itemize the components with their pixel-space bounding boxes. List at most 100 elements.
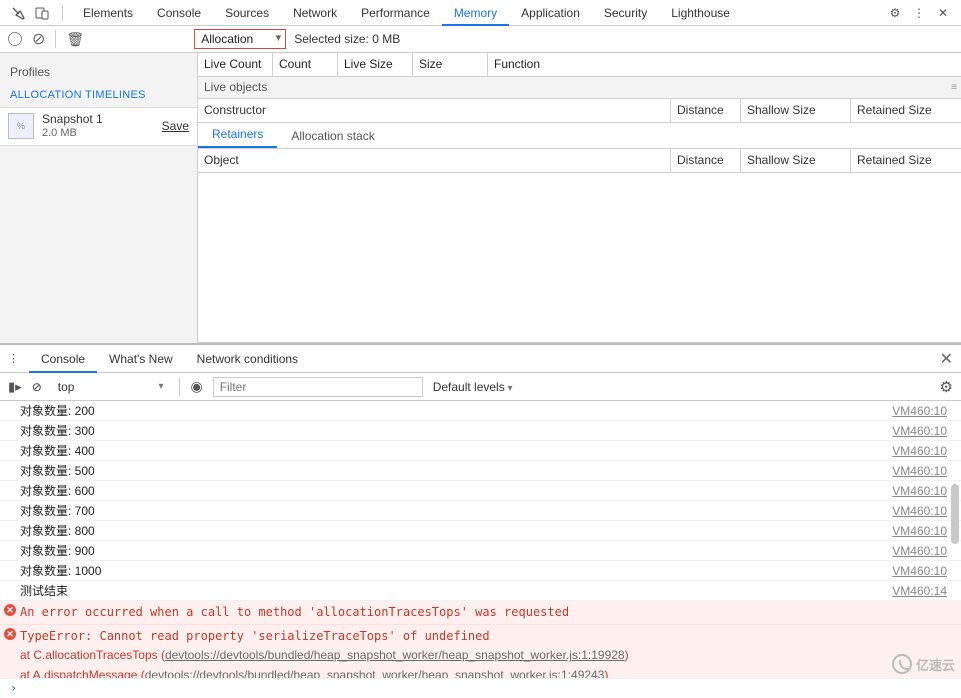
log-source-link[interactable]: VM460:10 bbox=[892, 461, 953, 480]
memory-toolbar: ⊘ 🗑 Allocation Selected size: 0 MB bbox=[0, 26, 961, 53]
log-levels-select[interactable]: Default levels bbox=[433, 380, 513, 394]
stack-line: at A.dispatchMessage (devtools://devtool… bbox=[20, 666, 953, 678]
gear-icon[interactable]: ⚙ bbox=[887, 5, 903, 21]
log-source-link[interactable]: VM460:10 bbox=[892, 541, 953, 560]
console-log-area[interactable]: 对象数量: 200VM460:10对象数量: 300VM460:10对象数量: … bbox=[0, 401, 961, 678]
tab-console[interactable]: Console bbox=[145, 0, 213, 26]
log-source-link[interactable]: VM460:10 bbox=[892, 561, 953, 580]
log-source-link[interactable]: VM460:10 bbox=[892, 401, 953, 420]
record-icon[interactable] bbox=[8, 32, 22, 46]
tab-lighthouse[interactable]: Lighthouse bbox=[659, 0, 742, 26]
col-function[interactable]: Function bbox=[488, 53, 961, 76]
log-message: 测试结束 bbox=[20, 581, 892, 600]
drawer-tab-what-s-new[interactable]: What's New bbox=[97, 345, 185, 373]
divider bbox=[179, 378, 180, 396]
snapshot-thumb-icon: % bbox=[8, 113, 34, 139]
allocation-columns: Live Count Count Live Size Size Function bbox=[198, 53, 961, 77]
drawer-tab-console[interactable]: Console bbox=[29, 345, 97, 373]
devtools-main-tabs: ElementsConsoleSourcesNetworkPerformance… bbox=[0, 0, 961, 26]
log-message: 对象数量: 800 bbox=[20, 521, 892, 540]
filter-input[interactable] bbox=[213, 377, 423, 397]
tab-network[interactable]: Network bbox=[281, 0, 349, 26]
log-row[interactable]: 对象数量: 900VM460:10 bbox=[0, 541, 961, 561]
drawer-menu-icon[interactable]: ⋮ bbox=[8, 352, 19, 365]
log-source-link[interactable]: VM460:10 bbox=[892, 521, 953, 540]
log-row[interactable]: 对象数量: 700VM460:10 bbox=[0, 501, 961, 521]
log-row[interactable]: 测试结束VM460:14 bbox=[0, 581, 961, 601]
log-row[interactable]: 对象数量: 400VM460:10 bbox=[0, 441, 961, 461]
drawer-tabs: ⋮ ConsoleWhat's NewNetwork conditions ✕ bbox=[0, 345, 961, 373]
col-distance2[interactable]: Distance bbox=[671, 149, 741, 172]
console-settings-icon[interactable]: ⚙ bbox=[940, 378, 953, 396]
stack-link[interactable]: devtools://devtools/bundled/heap_snapsho… bbox=[145, 668, 605, 678]
tab-allocation-stack[interactable]: Allocation stack bbox=[277, 124, 388, 148]
context-select[interactable]: top bbox=[52, 378, 170, 396]
drawer-close-icon[interactable]: ✕ bbox=[940, 349, 953, 369]
log-message: 对象数量: 1000 bbox=[20, 561, 892, 580]
error-row[interactable]: ✕An error occurred when a call to method… bbox=[0, 601, 961, 625]
show-sidebar-icon[interactable]: ▮▸ bbox=[8, 379, 22, 395]
snapshot-title: Snapshot 1 bbox=[42, 112, 162, 127]
tab-application[interactable]: Application bbox=[509, 0, 592, 26]
empty-table-body bbox=[198, 173, 961, 342]
tab-elements[interactable]: Elements bbox=[71, 0, 145, 26]
log-row[interactable]: 对象数量: 1000VM460:10 bbox=[0, 561, 961, 581]
menu-icon[interactable]: ≡ bbox=[951, 82, 955, 93]
col-object[interactable]: Object bbox=[198, 149, 671, 172]
log-message: 对象数量: 300 bbox=[20, 421, 892, 440]
divider bbox=[62, 5, 63, 21]
clear-icon[interactable]: ⊘ bbox=[32, 29, 45, 49]
col-constructor[interactable]: Constructor bbox=[198, 99, 671, 122]
console-drawer: ⋮ ConsoleWhat's NewNetwork conditions ✕ … bbox=[0, 343, 961, 698]
col-live-size[interactable]: Live Size bbox=[338, 53, 413, 76]
tab-memory[interactable]: Memory bbox=[442, 0, 509, 26]
log-source-link[interactable]: VM460:10 bbox=[892, 421, 953, 440]
log-source-link[interactable]: VM460:10 bbox=[892, 501, 953, 520]
error-row[interactable]: ✕TypeError: Cannot read property 'serial… bbox=[0, 625, 961, 678]
error-icon: ✕ bbox=[4, 604, 16, 616]
allocation-timelines-header: ALLOCATION TIMELINES bbox=[0, 83, 197, 107]
snapshot-item[interactable]: % Snapshot 1 2.0 MB Save bbox=[0, 107, 197, 146]
col-live-count[interactable]: Live Count bbox=[198, 53, 273, 76]
tab-security[interactable]: Security bbox=[592, 0, 659, 26]
log-message: 对象数量: 700 bbox=[20, 501, 892, 520]
retainers-tabs: Retainers Allocation stack bbox=[198, 123, 961, 149]
col-count[interactable]: Count bbox=[273, 53, 338, 76]
trash-icon[interactable]: 🗑 bbox=[66, 31, 84, 48]
tab-sources[interactable]: Sources bbox=[213, 0, 281, 26]
log-row[interactable]: 对象数量: 300VM460:10 bbox=[0, 421, 961, 441]
drawer-tab-network-conditions[interactable]: Network conditions bbox=[185, 345, 310, 373]
log-row[interactable]: 对象数量: 800VM460:10 bbox=[0, 521, 961, 541]
log-source-link[interactable]: VM460:10 bbox=[892, 441, 953, 460]
kebab-icon[interactable]: ⋮ bbox=[911, 5, 927, 21]
live-expression-icon[interactable]: ◉ bbox=[190, 378, 202, 395]
view-select[interactable]: Allocation bbox=[194, 29, 286, 49]
object-columns: Object Distance Shallow Size Retained Si… bbox=[198, 149, 961, 173]
log-row[interactable]: 对象数量: 500VM460:10 bbox=[0, 461, 961, 481]
inspect-icon[interactable] bbox=[10, 5, 26, 21]
close-icon[interactable]: ✕ bbox=[935, 5, 951, 21]
log-source-link[interactable]: VM460:10 bbox=[892, 481, 953, 500]
tab-performance[interactable]: Performance bbox=[349, 0, 442, 26]
col-distance[interactable]: Distance bbox=[671, 99, 741, 122]
stack-line: at C.allocationTracesTops (devtools://de… bbox=[20, 646, 953, 665]
col-shallow[interactable]: Shallow Size bbox=[741, 99, 851, 122]
profiles-header: Profiles bbox=[0, 61, 197, 83]
divider bbox=[55, 30, 56, 48]
tab-retainers[interactable]: Retainers bbox=[198, 122, 277, 148]
log-message: 对象数量: 400 bbox=[20, 441, 892, 460]
console-prompt[interactable]: › bbox=[0, 678, 961, 698]
log-source-link[interactable]: VM460:14 bbox=[892, 581, 953, 600]
col-retained[interactable]: Retained Size bbox=[851, 99, 961, 122]
scrollbar[interactable] bbox=[951, 401, 959, 678]
col-shallow2[interactable]: Shallow Size bbox=[741, 149, 851, 172]
col-size[interactable]: Size bbox=[413, 53, 488, 76]
snapshot-save-link[interactable]: Save bbox=[162, 119, 189, 133]
stack-link[interactable]: devtools://devtools/bundled/heap_snapsho… bbox=[165, 648, 625, 662]
log-row[interactable]: 对象数量: 600VM460:10 bbox=[0, 481, 961, 501]
device-icon[interactable] bbox=[34, 5, 50, 21]
log-row[interactable]: 对象数量: 200VM460:10 bbox=[0, 401, 961, 421]
log-message: 对象数量: 600 bbox=[20, 481, 892, 500]
col-retained2[interactable]: Retained Size bbox=[851, 149, 961, 172]
clear-console-icon[interactable]: ⊘ bbox=[32, 380, 42, 394]
